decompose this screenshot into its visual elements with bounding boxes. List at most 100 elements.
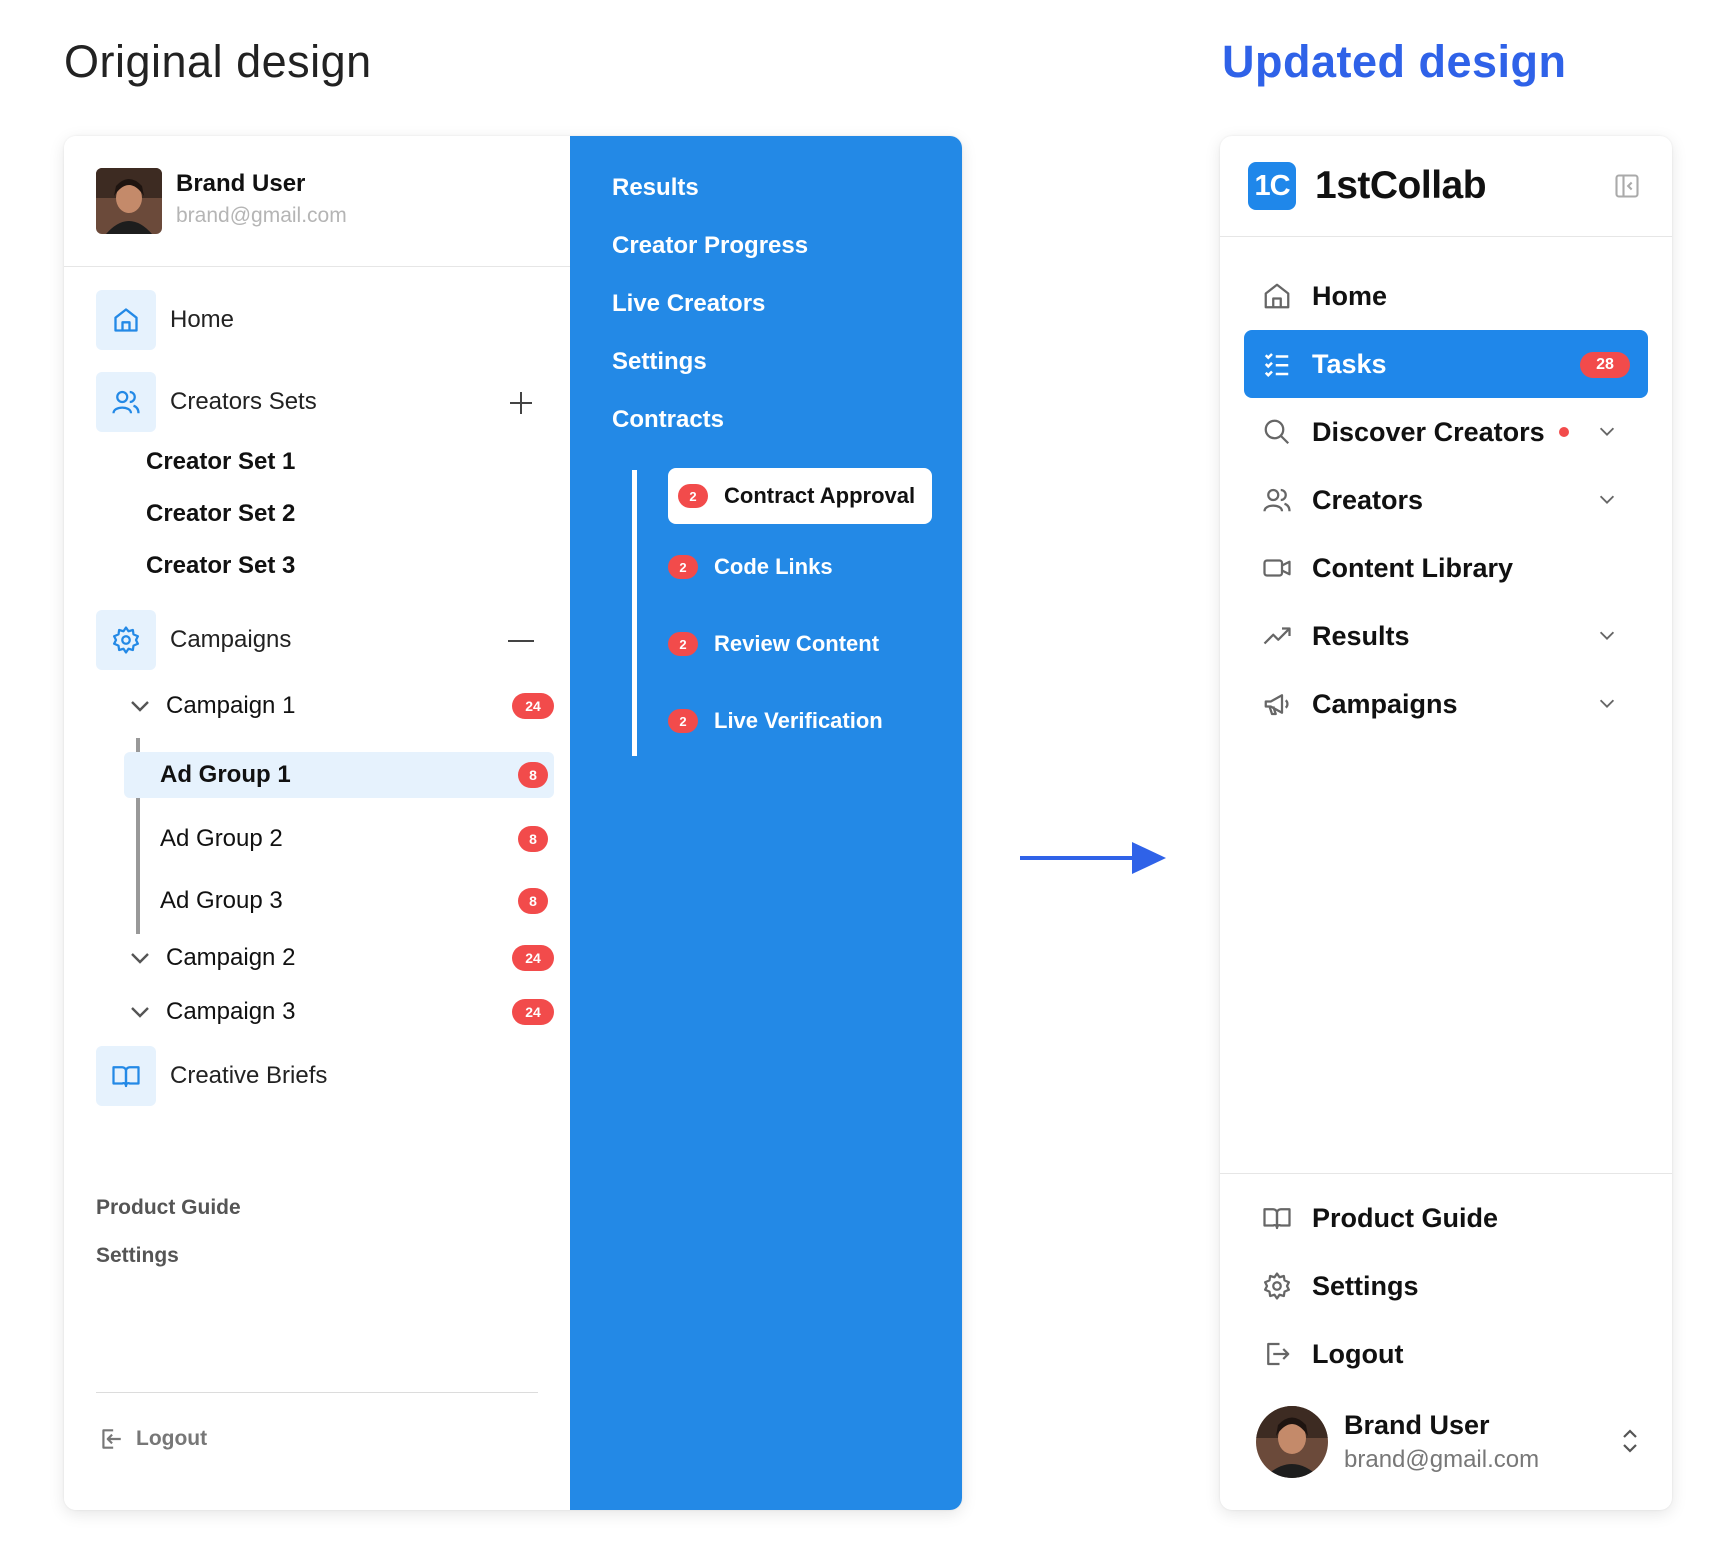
nav-label: Tasks [1312,348,1387,379]
contracts-tree-line [632,470,637,756]
count-badge: 8 [518,826,548,852]
search-icon [1260,415,1294,449]
home-icon [1260,279,1294,313]
count-badge: 24 [512,999,554,1025]
logout-link[interactable]: Logout [98,1426,207,1452]
count-badge: 2 [668,555,698,579]
nav-home[interactable]: Home [1244,262,1648,330]
contract-item-label: Review Content [714,631,880,656]
user-block[interactable]: Brand User brand@gmail.com [64,136,570,267]
chevron-down-icon[interactable] [1596,692,1618,714]
original-design-heading: Original design [64,36,372,87]
trending-icon [1260,619,1294,653]
gear-icon [96,610,156,670]
arrow-right-icon [1020,838,1166,878]
divider [96,1392,538,1393]
original-sidebar-main: Brand User brand@gmail.com Home Creators… [64,136,570,1510]
brand-logo: 1C [1248,162,1296,210]
nav-label: Campaigns [1312,688,1458,719]
contract-item[interactable]: 2 Live Verification [668,708,883,734]
count-badge: 2 [668,709,698,733]
contract-item-label: Live Verification [714,708,883,733]
campaign-item[interactable]: Campaign 3 24 [128,994,554,1030]
ad-group-item[interactable]: Ad Group 2 8 [160,820,554,858]
nav-label: Creators [1312,484,1424,515]
original-submenu: Results Creator Progress Live Creators S… [570,136,962,1510]
logout-icon [1260,1337,1294,1371]
nav-label: Logout [1312,1338,1404,1369]
user-name: Brand User [176,170,306,197]
count-badge: 24 [512,945,554,971]
ad-group-item[interactable]: Ad Group 1 8 [160,756,554,794]
nav-home[interactable]: Home [96,290,234,350]
user-name: Brand User [1344,1410,1490,1440]
creator-set-item[interactable]: Creator Set 2 [146,500,295,528]
contract-item-label: Code Links [714,554,833,579]
submenu-item[interactable]: Creator Progress [612,232,808,260]
notification-dot [1558,427,1569,437]
count-badge: 24 [512,693,554,719]
chevron-down-icon [131,701,149,712]
book-icon [1260,1201,1294,1235]
nav-logout[interactable]: Logout [1244,1320,1648,1388]
count-badge: 8 [518,762,548,788]
creator-set-item[interactable]: Creator Set 1 [146,448,295,476]
count-badge: 8 [518,888,548,914]
minus-icon[interactable] [508,639,534,643]
nav-creative-briefs-label: Creative Briefs [170,1062,328,1089]
ad-group-item[interactable]: Ad Group 3 8 [160,882,554,920]
original-sidebar: Brand User brand@gmail.com Home Creators… [64,136,962,1510]
avatar[interactable] [1256,1406,1328,1478]
footer-divider [1220,1173,1672,1174]
updated-design-heading: Updated design [1222,36,1567,87]
contract-item[interactable]: 2 Review Content [668,631,879,657]
megaphone-icon [1260,687,1294,721]
chevron-down-icon [131,1007,149,1018]
chevron-down-icon[interactable] [1596,488,1618,510]
submenu-item[interactable]: Contracts [612,406,724,434]
nav-product-guide[interactable]: Product Guide [1244,1184,1648,1252]
nav-campaigns-label: Campaigns [170,626,292,653]
users-icon [96,372,156,432]
nav-discover-creators[interactable]: Discover Creators [1244,398,1648,466]
submenu-item[interactable]: Results [612,174,699,202]
nav-results[interactable]: Results [1244,602,1648,670]
user-email: brand@gmail.com [1344,1446,1540,1473]
collapse-sidebar-icon[interactable] [1613,172,1641,200]
count-badge: 2 [668,632,698,656]
nav-creator-sets[interactable]: Creators Sets [96,372,317,432]
submenu-item[interactable]: Live Creators [612,290,765,318]
plus-icon[interactable] [508,390,534,416]
user-email: brand@gmail.com [176,204,347,227]
creator-set-item[interactable]: Creator Set 3 [146,552,295,580]
nav-label: Results [1312,620,1410,651]
nav-tasks[interactable]: Tasks 28 [1244,330,1648,398]
chevron-down-icon [131,953,149,964]
book-icon [96,1046,156,1106]
campaign-item[interactable]: Campaign 1 24 [128,688,554,724]
nav-content-library[interactable]: Content Library [1244,534,1648,602]
logout-label: Logout [136,1427,208,1450]
updown-icon[interactable] [1618,1428,1642,1454]
nav-campaigns[interactable]: Campaigns [1244,670,1648,738]
settings-link[interactable]: Settings [96,1244,179,1268]
contract-item[interactable]: 2 Code Links [668,554,833,580]
chevron-down-icon[interactable] [1596,624,1618,646]
nav-settings[interactable]: Settings [1244,1252,1648,1320]
contract-item-label: Contract Approval [724,483,916,508]
campaign-label: Campaign 3 [166,998,296,1025]
campaign-item[interactable]: Campaign 2 24 [128,940,554,976]
ad-group-label: Ad Group 1 [160,761,291,788]
nav-campaigns[interactable]: Campaigns [96,610,291,670]
sidebar-header: 1C 1stCollab [1220,136,1672,237]
chevron-down-icon[interactable] [1596,420,1618,442]
nav-creative-briefs[interactable]: Creative Briefs [96,1046,327,1106]
updated-sidebar: 1C 1stCollab Home Tasks 28 Discover Crea… [1220,136,1672,1510]
product-guide-link[interactable]: Product Guide [96,1196,241,1220]
nav-creators[interactable]: Creators [1244,466,1648,534]
ad-group-label: Ad Group 3 [160,887,283,914]
submenu-item[interactable]: Settings [612,348,707,376]
home-icon [96,290,156,350]
contract-item-selected[interactable]: 2 Contract Approval [668,468,932,524]
nav-label: Home [1312,280,1388,311]
